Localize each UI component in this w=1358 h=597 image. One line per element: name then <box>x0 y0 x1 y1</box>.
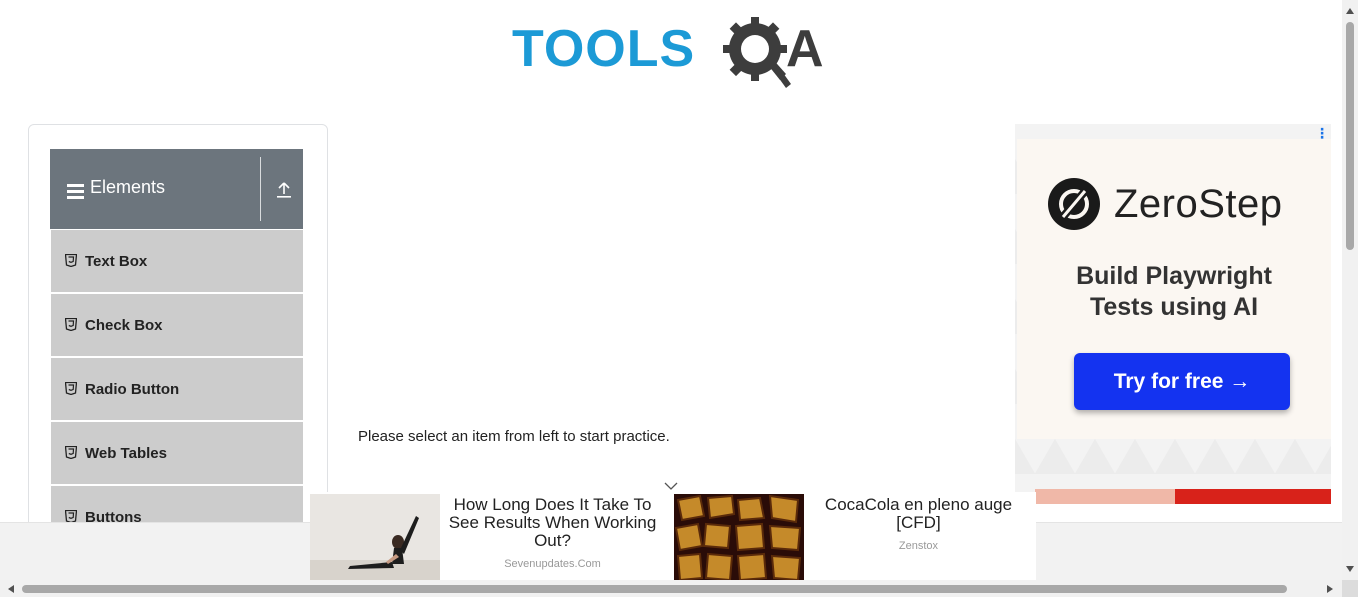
menu-item-check-box[interactable]: Check Box <box>51 294 303 356</box>
scroll-left-arrow-icon[interactable] <box>8 585 14 593</box>
ad-image-strip-red <box>1175 489 1331 504</box>
ad-headline: How Long Does It Take To See Results Whe… <box>448 495 657 550</box>
menu-item-label: Web Tables <box>85 445 167 462</box>
left-panel: Elements Text Box Check Box Radio Button… <box>28 124 328 548</box>
zerostep-ad[interactable]: ZeroStep Build Playwright Tests using AI… <box>1015 124 1331 504</box>
gear-magnifier-icon <box>723 17 791 88</box>
bottom-ad-strip: How Long Does It Take To See Results Whe… <box>310 492 1036 582</box>
group-title: Elements <box>90 177 166 197</box>
ad-brand-name: ZeroStep <box>1114 182 1283 226</box>
collapse-upload-icon[interactable] <box>276 182 292 203</box>
ad-thumbnail-workout <box>310 494 440 582</box>
scroll-down-arrow-icon[interactable] <box>1346 566 1354 572</box>
horizontal-scroll-thumb[interactable] <box>22 585 1287 593</box>
vertical-scrollbar[interactable] <box>1342 0 1358 580</box>
ad-tagline: Build Playwright Tests using AI <box>1017 261 1331 323</box>
menu-item-label: Check Box <box>85 317 163 334</box>
menu-item-web-tables[interactable]: Web Tables <box>51 422 303 484</box>
elements-menu-list: Text Box Check Box Radio Button Web Tabl… <box>51 230 303 550</box>
ad-tagline-line2: Tests using AI <box>1089 293 1259 321</box>
scrollbar-corner <box>1342 580 1358 597</box>
ad-tagline-line1: Build Playwright <box>1076 262 1272 290</box>
ad-source: Zenstox <box>898 540 939 552</box>
html5-icon <box>64 253 78 272</box>
bottom-ad-2[interactable]: CocaCola en pleno auge [CFD] Zenstox <box>674 494 1036 582</box>
logo-text-a: A <box>786 20 824 78</box>
ad-thumbnail-gold <box>674 494 804 582</box>
ad-card: ZeroStep Build Playwright Tests using AI… <box>1017 139 1331 439</box>
scroll-up-arrow-icon[interactable] <box>1346 8 1354 14</box>
try-for-free-button[interactable]: Try for free → <box>1074 353 1290 410</box>
ad-source: Sevenupdates.Com <box>504 558 601 570</box>
logo-text-tools: TOOLS <box>512 20 695 78</box>
practice-instruction: Please select an item from left to start… <box>358 428 670 445</box>
hamburger-menu-icon <box>67 184 84 204</box>
html5-icon <box>64 445 78 464</box>
horizontal-scrollbar[interactable] <box>0 580 1342 597</box>
scroll-right-arrow-icon[interactable] <box>1327 585 1333 593</box>
toolsqa-logo[interactable]: TOOLS A <box>510 14 840 92</box>
vertical-scroll-thumb[interactable] <box>1346 22 1354 250</box>
header-divider <box>260 157 261 221</box>
menu-item-label: Text Box <box>85 253 148 270</box>
ad-headline: CocaCola en pleno auge [CFD] <box>824 495 1013 532</box>
menu-item-label: Radio Button <box>85 381 180 398</box>
zerostep-logo-icon <box>1047 177 1101 236</box>
menu-item-text-box[interactable]: Text Box <box>51 230 303 292</box>
bottom-ad-1[interactable]: How Long Does It Take To See Results Whe… <box>310 494 670 582</box>
menu-item-radio-button[interactable]: Radio Button <box>51 358 303 420</box>
elements-group-header[interactable]: Elements <box>50 149 303 229</box>
html5-icon <box>64 381 78 400</box>
html5-icon <box>64 317 78 336</box>
ad-options-icon[interactable]: ⋮ <box>1315 126 1329 140</box>
